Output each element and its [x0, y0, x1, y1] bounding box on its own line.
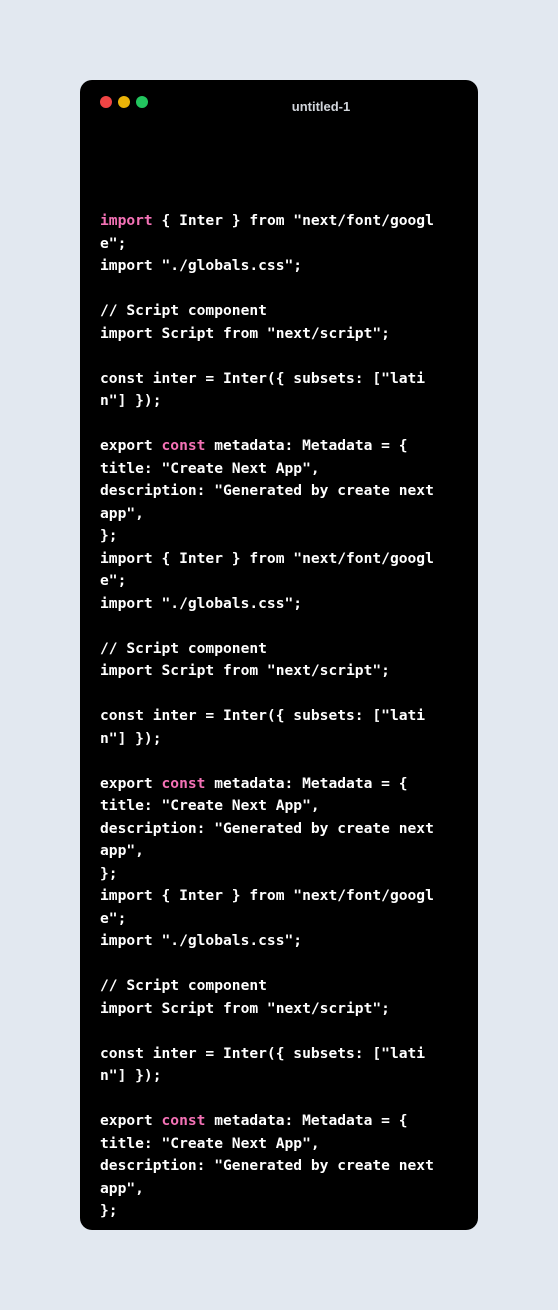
code-line: description: "Generated by create next	[100, 818, 450, 841]
code-text: app",	[100, 842, 144, 859]
code-line: import "./globals.css";	[100, 593, 450, 616]
code-text: description: "Generated by create next	[100, 819, 434, 837]
code-line: export const metadata: Metadata = {	[100, 435, 450, 458]
code-text: description: "Generated by create next	[100, 482, 434, 499]
code-text: n"] });	[100, 729, 162, 747]
code-text: metadata: Metadata = {	[205, 774, 408, 792]
code-text: { Inter } from "next/font/googl	[152, 212, 434, 229]
code-line: import { Inter } from "next/font/googl	[100, 548, 450, 571]
code-line: e";	[100, 570, 450, 593]
code-line: app",	[100, 1178, 450, 1201]
code-text: import { Inter } from "next/font/googl	[100, 887, 434, 904]
code-text: import "./globals.css";	[100, 257, 303, 274]
code-text: title: "Create Next App",	[100, 459, 320, 477]
code-line: app",	[100, 503, 450, 526]
code-line: title: "Create Next App",	[100, 1133, 450, 1156]
code-text: app",	[100, 1179, 144, 1197]
code-line: // Script component	[100, 638, 450, 661]
code-text: metadata: Metadata = {	[205, 437, 408, 454]
code-text: // Script component	[100, 977, 267, 994]
code-line: import Script from "next/script";	[100, 660, 450, 683]
code-keyword: const	[161, 437, 206, 454]
code-line: title: "Create Next App",	[100, 795, 450, 818]
code-line: export const metadata: Metadata = {	[100, 1110, 450, 1133]
code-line: app",	[100, 840, 450, 863]
code-line: n"] });	[100, 728, 450, 751]
code-text: const inter = Inter({ subsets: ["lati	[100, 1044, 426, 1062]
code-line: description: "Generated by create next	[100, 480, 450, 503]
code-text: import "./globals.css";	[100, 594, 303, 612]
window-title: untitled-1	[291, 99, 351, 114]
code-editor[interactable]: import { Inter } from "next/font/googl e"…	[100, 210, 450, 1223]
code-line: // Script component	[100, 975, 450, 998]
code-line: export const metadata: Metadata = {	[100, 773, 450, 796]
code-text: import Script from "next/script";	[100, 324, 390, 342]
code-line: const inter = Inter({ subsets: ["lati	[100, 1043, 450, 1066]
code-line: const inter = Inter({ subsets: ["lati	[100, 705, 450, 728]
code-line: };	[100, 863, 450, 886]
code-text: metadata: Metadata = {	[205, 1112, 408, 1129]
code-line: const inter = Inter({ subsets: ["lati	[100, 368, 450, 391]
code-window: untitled-1 import { Inter } from "next/f…	[80, 80, 478, 1230]
code-text: e";	[100, 234, 127, 252]
code-text: app",	[100, 504, 144, 522]
window-titlebar: untitled-1	[80, 80, 478, 124]
code-line: import Script from "next/script";	[100, 323, 450, 346]
code-text: // Script component	[100, 302, 267, 319]
code-text: };	[100, 1202, 118, 1219]
code-text: n"] });	[100, 1067, 162, 1084]
code-text: import Script from "next/script";	[100, 662, 390, 679]
code-text: };	[100, 527, 118, 544]
code-text: n"] });	[100, 392, 162, 409]
code-text: export	[100, 437, 162, 454]
code-keyword: const	[161, 774, 206, 792]
code-line: import Script from "next/script";	[100, 998, 450, 1021]
code-line: e";	[100, 233, 450, 256]
code-line: n"] });	[100, 390, 450, 413]
code-line: description: "Generated by create next	[100, 1155, 450, 1178]
code-line: e";	[100, 908, 450, 931]
code-text: description: "Generated by create next	[100, 1157, 434, 1174]
code-text: import Script from "next/script";	[100, 999, 390, 1017]
code-line: import "./globals.css";	[100, 255, 450, 278]
code-line: // Script component	[100, 300, 450, 323]
code-text: e";	[100, 909, 127, 927]
code-line: };	[100, 1200, 450, 1223]
code-line: import { Inter } from "next/font/googl	[100, 885, 450, 908]
code-text: e";	[100, 572, 127, 589]
code-text: export	[100, 774, 162, 792]
code-text: title: "Create Next App",	[100, 1134, 320, 1152]
code-text: import { Inter } from "next/font/googl	[100, 549, 434, 567]
code-line: n"] });	[100, 1065, 450, 1088]
code-line: import "./globals.css";	[100, 930, 450, 953]
code-line: import { Inter } from "next/font/googl	[100, 210, 450, 233]
code-text: title: "Create Next App",	[100, 797, 320, 814]
code-text: const inter = Inter({ subsets: ["lati	[100, 369, 426, 387]
code-text: // Script component	[100, 639, 267, 657]
code-line: title: "Create Next App",	[100, 458, 450, 481]
code-keyword: import	[100, 212, 153, 229]
code-text: };	[100, 864, 118, 882]
code-text: export	[100, 1112, 162, 1129]
code-line: };	[100, 525, 450, 548]
code-text: const inter = Inter({ subsets: ["lati	[100, 707, 426, 724]
code-text: import "./globals.css";	[100, 932, 303, 949]
code-keyword: const	[161, 1112, 206, 1129]
